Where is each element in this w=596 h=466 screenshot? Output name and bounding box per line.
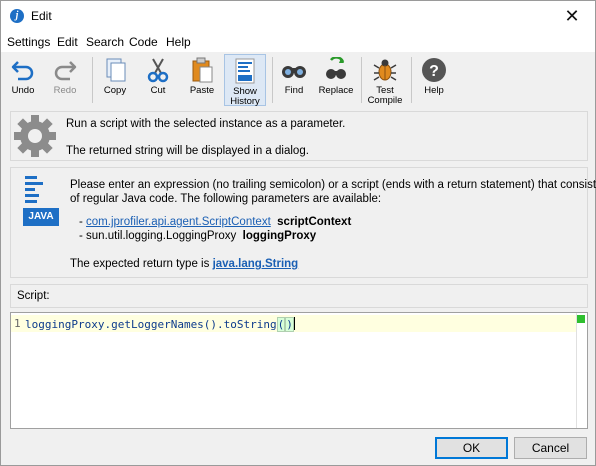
toolbar-separator [361, 57, 362, 103]
param-2-type: sun.util.logging.LoggingProxy [86, 230, 237, 242]
open-paren: ( [276, 317, 286, 332]
gear-icon [12, 113, 60, 159]
redo-button[interactable]: Redo [47, 54, 83, 106]
params-intro-line-2: of regular Java code. The following para… [70, 193, 382, 205]
toolbar: Undo Redo Copy Cut Paste Show History Fi… [1, 53, 595, 107]
script-editor[interactable]: 1 loggingProxy.getLoggerNames().toString… [10, 312, 588, 429]
param-2-name: loggingProxy [242, 230, 317, 242]
description-line-1: Run a script with the selected instance … [66, 118, 346, 130]
menu-code[interactable]: Code [129, 35, 158, 49]
text-caret [293, 317, 295, 330]
close-button[interactable]: ✕ [549, 1, 595, 32]
copy-label: Copy [103, 85, 127, 96]
show-history-button[interactable]: Show History [224, 54, 266, 107]
param-1-type-link[interactable]: com.jprofiler.api.agent.ScriptContext [86, 216, 271, 228]
bug-icon [372, 57, 398, 83]
return-type-line: The expected return type is java.lang.St… [70, 258, 298, 270]
help-icon: ? [421, 57, 447, 83]
code-line[interactable]: loggingProxy.getLoggerNames().toString() [25, 317, 295, 332]
svg-text:?: ? [429, 63, 439, 80]
description-line-2: The returned string will be displayed in… [66, 145, 309, 157]
app-icon: j [10, 9, 24, 23]
error-stripe[interactable] [576, 313, 587, 428]
paste-label: Paste [189, 85, 215, 96]
binoculars-icon [281, 57, 307, 83]
copy-icon [102, 57, 128, 83]
toolbar-separator [92, 57, 93, 103]
redo-icon [52, 57, 78, 83]
param-1-name: scriptContext [277, 216, 352, 228]
toolbar-separator [272, 57, 273, 103]
cut-button[interactable]: Cut [141, 54, 175, 106]
find-button[interactable]: Find [277, 54, 311, 106]
copy-button[interactable]: Copy [97, 54, 133, 106]
ok-button[interactable]: OK [435, 437, 508, 459]
param-row-1: - com.jprofiler.api.agent.ScriptContext … [79, 216, 352, 228]
undo-button[interactable]: Undo [5, 54, 41, 106]
scissors-icon [145, 57, 171, 83]
menu-settings[interactable]: Settings [7, 35, 50, 49]
return-type-link[interactable]: java.lang.String [213, 258, 299, 270]
find-label: Find [284, 85, 304, 96]
replace-label: Replace [318, 85, 354, 96]
title-bar: j Edit ✕ [1, 1, 595, 32]
help-button[interactable]: ? Help [416, 54, 452, 106]
window-title: Edit [31, 9, 52, 23]
redo-label: Redo [53, 85, 77, 96]
return-type-prefix: The expected return type is [70, 258, 210, 270]
menu-help[interactable]: Help [166, 35, 191, 49]
script-label-panel: Script: [10, 284, 588, 308]
paste-icon [189, 57, 215, 83]
java-history-icon [232, 58, 258, 84]
menu-search[interactable]: Search [86, 35, 124, 49]
show-history-label-2: History [230, 96, 260, 107]
script-label: Script: [17, 290, 50, 302]
current-line-highlight: 1 loggingProxy.getLoggerNames().toString… [11, 315, 577, 332]
menu-edit[interactable]: Edit [57, 35, 78, 49]
params-intro-line-1: Please enter an expression (no trailing … [70, 179, 596, 191]
java-file-icon: JAVA [23, 174, 59, 226]
param-row-2: - sun.util.logging.LoggingProxy loggingP… [79, 230, 317, 242]
status-ok-marker [577, 315, 585, 323]
paste-button[interactable]: Paste [184, 54, 220, 106]
replace-icon [323, 56, 349, 83]
menu-bar: Settings Edit Search Code Help [1, 32, 595, 52]
code-text: loggingProxy.getLoggerNames().toString [25, 318, 277, 331]
cut-label: Cut [150, 85, 166, 96]
close-paren: ) [285, 317, 294, 332]
help-label: Help [424, 85, 444, 96]
cancel-button[interactable]: Cancel [514, 437, 587, 459]
undo-icon [10, 57, 36, 83]
line-number: 1 [14, 317, 21, 330]
edit-dialog: j Edit ✕ Settings Edit Search Code Help … [0, 0, 596, 466]
test-compile-button[interactable]: Test Compile [365, 54, 405, 106]
java-icon-label: JAVA [28, 211, 54, 222]
toolbar-separator [411, 57, 412, 103]
undo-label: Undo [11, 85, 35, 96]
test-compile-label-2: Compile [367, 95, 403, 106]
parameters-panel: JAVA Please enter an expression (no trai… [10, 167, 596, 278]
replace-button[interactable]: Replace [317, 54, 355, 106]
description-panel: Run a script with the selected instance … [10, 111, 588, 161]
